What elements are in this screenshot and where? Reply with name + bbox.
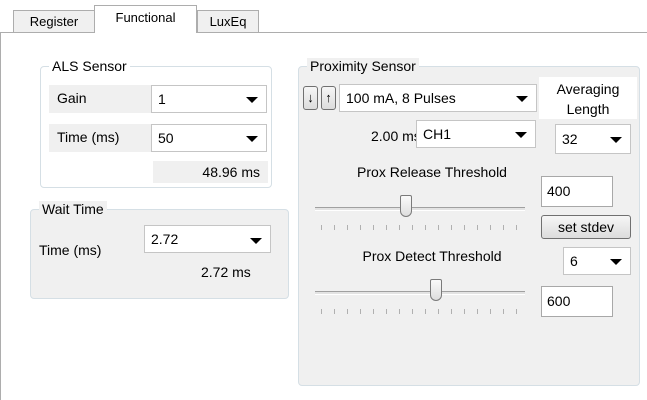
averaging-select[interactable]: 32 xyxy=(555,124,631,154)
chevron-down-icon xyxy=(610,259,622,265)
als-time-select[interactable]: 50 xyxy=(151,124,267,152)
stdev-value: 6 xyxy=(570,253,578,269)
release-threshold-input[interactable]: 400 xyxy=(541,176,613,207)
wait-time-label: Time (ms) xyxy=(39,242,102,258)
chevron-down-icon xyxy=(516,96,528,102)
stdev-select[interactable]: 6 xyxy=(563,247,631,275)
arrow-up-button[interactable]: ↑ xyxy=(321,86,336,110)
als-sensor-group: ALS Sensor Gain 1 Time (ms) 50 48.96 ms xyxy=(40,58,272,188)
gain-value: 1 xyxy=(158,91,166,107)
detect-threshold-input[interactable]: 600 xyxy=(541,286,613,317)
detect-threshold-label: Prox Detect Threshold xyxy=(362,248,502,264)
slider-ticks xyxy=(321,309,519,314)
pulse-select[interactable]: 100 mA, 8 Pulses xyxy=(339,84,537,112)
detect-threshold-slider[interactable] xyxy=(315,277,525,317)
averaging-label-line1: Averaging xyxy=(556,81,620,97)
slider-track xyxy=(315,207,525,211)
als-time-label: Time (ms) xyxy=(49,124,151,152)
functional-panel: ALS Sensor Gain 1 Time (ms) 50 48.96 ms … xyxy=(0,32,647,400)
chevron-down-icon xyxy=(246,97,258,103)
pulse-value: 100 mA, 8 Pulses xyxy=(346,90,456,106)
arrow-down-icon: ↓ xyxy=(307,90,314,105)
wait-time-title: Wait Time xyxy=(39,201,107,217)
averaging-length-label: Averaging Length xyxy=(539,77,637,119)
als-time-readout: 48.96 ms xyxy=(153,161,268,183)
chevron-down-icon xyxy=(610,137,622,143)
averaging-label-line2: Length xyxy=(566,101,610,117)
arrow-up-icon: ↑ xyxy=(325,90,332,105)
proximity-sensor-group: Proximity Sensor ↓ ↑ 100 mA, 8 Pulses Av… xyxy=(298,58,640,386)
slider-thumb[interactable] xyxy=(400,195,412,217)
chevron-down-icon xyxy=(246,136,258,142)
tab-functional[interactable]: Functional xyxy=(94,5,197,33)
wait-time-select[interactable]: 2.72 xyxy=(144,225,271,253)
channel-value: CH1 xyxy=(423,126,452,142)
averaging-value: 32 xyxy=(562,131,578,147)
tab-luxeq[interactable]: LuxEq xyxy=(197,10,259,32)
slider-thumb[interactable] xyxy=(430,279,442,301)
chevron-down-icon xyxy=(250,238,262,244)
chevron-down-icon xyxy=(515,132,527,138)
arrow-down-button[interactable]: ↓ xyxy=(303,86,318,110)
set-stdev-button[interactable]: set stdev xyxy=(541,215,631,239)
als-sensor-title: ALS Sensor xyxy=(49,58,130,74)
release-threshold-label: Prox Release Threshold xyxy=(357,164,507,180)
slider-track xyxy=(315,291,525,295)
wait-time-value: 2.72 xyxy=(151,231,179,247)
wait-time-readout: 2.72 ms xyxy=(201,264,251,280)
als-time-value: 50 xyxy=(158,130,174,146)
wait-time-group: Wait Time Time (ms) 2.72 2.72 ms xyxy=(30,201,289,299)
tab-register[interactable]: Register xyxy=(13,10,95,32)
release-threshold-slider[interactable] xyxy=(315,193,525,233)
proximity-sensor-title: Proximity Sensor xyxy=(307,58,419,74)
gain-label: Gain xyxy=(49,85,151,113)
channel-select[interactable]: CH1 xyxy=(416,120,536,148)
slider-ticks xyxy=(321,225,519,230)
prox-time-readout: 2.00 ms xyxy=(371,128,421,144)
gain-select[interactable]: 1 xyxy=(151,85,267,113)
